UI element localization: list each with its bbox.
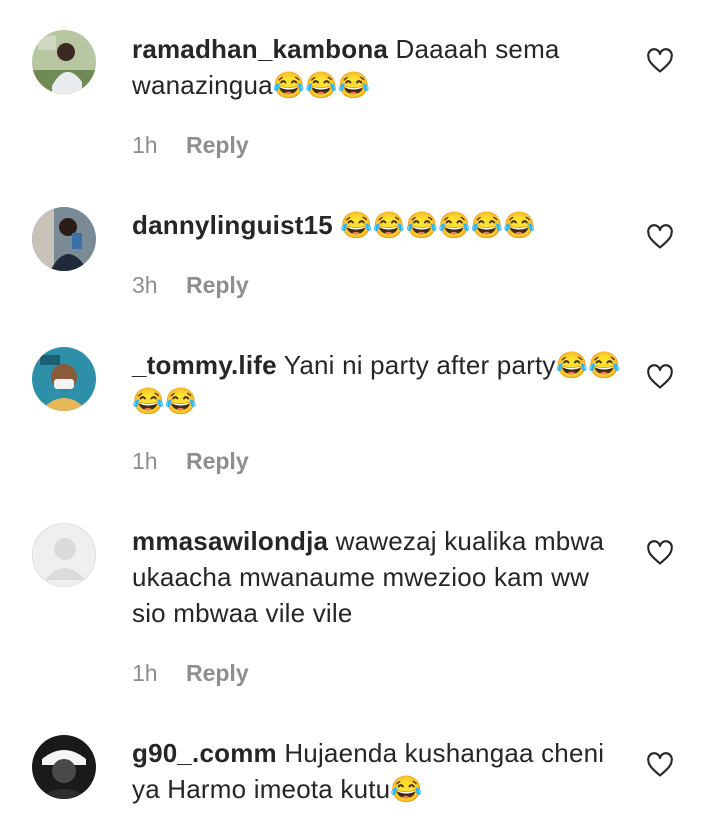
comment-time: 1h [132,132,158,158]
like-heart-icon[interactable] [646,363,674,391]
comment-username[interactable]: ramadhan_kambona [132,34,388,64]
comment-username[interactable]: _tommy.life [132,350,277,380]
user-avatar-photo-icon [32,207,96,271]
reply-button[interactable]: Reply [186,660,249,686]
reply-button[interactable]: Reply [186,132,249,158]
like-heart-icon[interactable] [646,751,674,779]
comment-meta: 3h Reply [132,272,249,299]
avatar[interactable] [32,207,96,271]
user-avatar-photo-icon [32,347,96,411]
user-avatar-photo-icon [32,30,96,94]
comment-text: mmasawilondja wawezaj kualika mbwa ukaac… [132,523,622,631]
comment-message: 😂😂😂😂😂😂 [340,210,536,240]
comment-text: ramadhan_kambona Daaaah sema wanazingua😂… [132,31,622,103]
comment-username[interactable]: g90_.comm [132,738,277,768]
comment-time: 1h [132,448,158,474]
comment-meta: 1h Reply [132,660,249,687]
comment-time: 1h [132,660,158,686]
reply-button[interactable]: Reply [186,448,249,474]
like-heart-icon[interactable] [646,223,674,251]
comment-meta: 1h Reply [132,132,249,159]
avatar[interactable] [32,30,96,94]
comment-time: 3h [132,272,158,298]
comment-username[interactable]: mmasawilondja [132,526,328,556]
comment-text: dannylinguist15 😂😂😂😂😂😂 [132,207,622,243]
user-avatar-photo-icon [32,735,96,799]
comment-meta: 1h Reply [132,448,249,475]
avatar[interactable] [32,735,96,799]
like-heart-icon[interactable] [646,539,674,567]
comment-text: _tommy.life Yani ni party after party😂😂😂… [132,347,622,419]
avatar[interactable] [32,523,96,587]
comment-text: g90_.comm Hujaenda kushangaa cheni ya Ha… [132,735,622,807]
comment-username[interactable]: dannylinguist15 [132,210,333,240]
avatar[interactable] [32,347,96,411]
default-avatar-icon [33,524,95,586]
reply-button[interactable]: Reply [186,272,249,298]
like-heart-icon[interactable] [646,47,674,75]
